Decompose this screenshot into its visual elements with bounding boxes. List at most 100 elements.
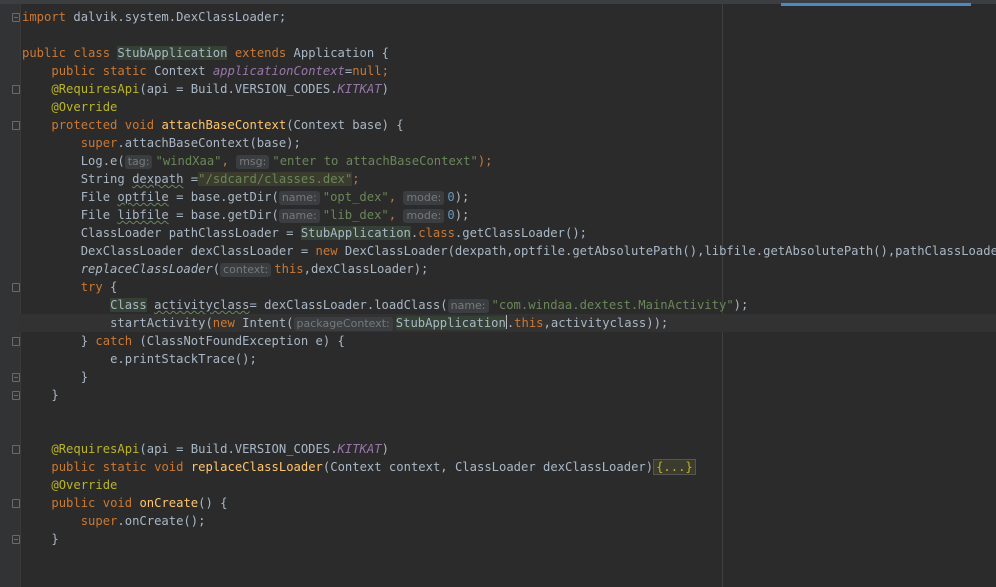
code-line-14[interactable]: DexClassLoader dexClassLoader = new DexC… [22,242,996,260]
fold-marker-icon[interactable] [12,391,20,400]
code-line-10[interactable]: String dexpath ="/sdcard/classes.dex"; [22,170,996,188]
string-literal: "enter to attachBaseContext" [272,154,478,168]
fold-marker-icon[interactable] [12,499,20,508]
code-text: DexClassLoader(dexpath,optfile.getAbsolu… [337,244,996,258]
code-line-blank[interactable] [22,26,996,44]
code-line-19[interactable]: } catch (ClassNotFoundException e) { [12,332,996,350]
keyword: public [51,496,96,510]
folded-code-block[interactable]: {...} [653,459,696,475]
param-hint: name: [447,299,489,313]
code-line-20[interactable]: e.printStackTrace(); [22,350,996,368]
keyword: public [51,64,96,78]
code-text: Context [146,64,213,78]
static-field: applicationContext [212,64,345,78]
code-line-8[interactable]: super.attachBaseContext(base); [22,134,996,152]
method-name: replaceClassLoader [190,460,323,474]
code-text: } [51,532,59,546]
variable: activityclass [154,298,250,312]
constant: KITKAT [337,82,382,96]
code-text: ,activityclass)); [543,316,669,330]
keyword: this [514,316,544,330]
code-line-9[interactable]: Log.e(tag: "windXaa", msg: "enter to attac… [22,152,996,170]
class-name: Class [110,298,147,312]
keyword: new [315,244,338,258]
string-literal: "windXaa" [155,154,222,168]
keyword: new [212,316,235,330]
code-text: Log.e( [80,154,125,168]
code-line-7[interactable]: protected void attachBaseContext(Context… [12,116,996,134]
annotation: @Override [51,100,118,114]
code-line-16[interactable]: try { [12,278,996,296]
keyword: null [352,64,382,78]
method-name: attachBaseContext [161,118,287,132]
code-text: ClassLoader pathClassLoader = [80,226,301,240]
param-hint: mode: [403,191,445,205]
code-line-4[interactable]: public static Context applicationContext… [22,62,996,80]
fold-marker-icon[interactable] [12,13,20,22]
keyword: void [154,460,184,474]
code-text: e.printStackTrace(); [110,352,257,366]
fold-marker-icon[interactable] [12,85,20,94]
code-text: = dexClassLoader.loadClass( [249,298,448,312]
code-line-27[interactable]: @Override [22,476,996,494]
code-line-30[interactable]: } [12,530,996,548]
keyword: super [80,514,118,528]
keyword: extends [234,46,287,60]
code-text: = base.getDir( [168,190,279,204]
code-line-6[interactable]: @Override [22,98,996,116]
code-text: ); [733,298,749,312]
keyword: public [22,46,67,60]
code-text: ; [352,172,360,186]
code-line-21[interactable]: } [12,368,996,386]
param-hint: msg: [236,155,270,169]
code-text: = base.getDir( [168,208,279,222]
code-line-blank[interactable] [22,404,996,422]
code-text: (Context base) { [286,118,404,132]
code-line-22[interactable]: } [12,386,996,404]
code-line-28[interactable]: public void onCreate() { [12,494,996,512]
code-line-25[interactable]: @RequiresApi(api = Build.VERSION_CODES.K… [12,440,996,458]
code-line-3[interactable]: public class StubApplication extends App… [22,44,996,62]
code-line-1[interactable]: import dalvik.system.DexClassLoader; [12,8,996,26]
code-text: ); [454,190,470,204]
code-line-26[interactable]: public static void replaceClassLoader(Co… [22,458,996,476]
keyword: protected [51,118,118,132]
code-editor[interactable]: import dalvik.system.DexClassLoader; pub… [12,8,996,548]
code-line-17[interactable]: Class activityclass= dexClassLoader.load… [22,296,996,314]
code-text: () { [198,496,228,510]
code-line-13[interactable]: ClassLoader pathClassLoader = StubApplic… [22,224,996,242]
fold-marker-icon[interactable] [12,337,20,346]
code-text: String [80,172,133,186]
fold-marker-icon[interactable] [12,121,20,130]
keyword: class [73,46,111,60]
fold-marker-icon[interactable] [12,283,20,292]
param-hint: context: [220,263,272,277]
code-text: = [183,172,199,186]
code-text: ) [381,442,389,456]
active-tab-indicator[interactable] [781,3,971,6]
code-line-18-current[interactable]: startActivity(new Intent(packageContext:… [18,314,996,332]
code-text: (Context context, ClassLoader dexClassLo… [322,460,654,474]
param-hint: packageContext: [293,317,393,331]
code-text: .attachBaseContext(base); [117,136,301,150]
fold-marker-icon[interactable] [12,535,20,544]
keyword: catch [95,334,133,348]
code-text: (api = Build.VERSION_CODES. [139,82,338,96]
code-line-5[interactable]: @RequiresApi(api = Build.VERSION_CODES.K… [12,80,996,98]
keyword: void [102,496,133,510]
code-line-12[interactable]: File libfile = base.getDir(name: "lib_dex… [22,206,996,224]
fold-marker-icon[interactable] [12,373,20,382]
code-text: , [388,208,404,222]
code-line-29[interactable]: super.onCreate(); [22,512,996,530]
code-text: dalvik.system.DexClassLoader; [66,10,287,24]
code-text: { [102,280,118,294]
param-hint: tag: [124,155,153,169]
variable: dexpath [132,172,184,186]
code-line-11[interactable]: File optfile = base.getDir(name: "opt_dex… [22,188,996,206]
code-line-15[interactable]: replaceClassLoader(context: this,dexClass… [22,260,996,278]
fold-marker-icon[interactable] [12,445,20,454]
code-text: } [80,370,89,384]
code-line-blank[interactable] [22,422,996,440]
keyword: import [22,10,67,24]
annotation: @RequiresApi [51,442,140,456]
